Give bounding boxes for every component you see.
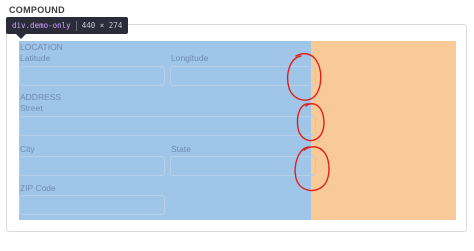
tooltip-dimensions: 440 × 274 bbox=[81, 21, 123, 30]
section-title: COMPOUND bbox=[9, 5, 65, 15]
latitude-label: Latitude bbox=[20, 53, 51, 63]
tooltip-arrow bbox=[16, 34, 26, 39]
zip-input[interactable] bbox=[19, 195, 165, 215]
location-legend: LOCATION bbox=[20, 42, 63, 52]
street-input[interactable] bbox=[19, 116, 316, 136]
latitude-input[interactable] bbox=[19, 66, 165, 86]
state-label: State bbox=[171, 144, 191, 154]
padding-highlight bbox=[311, 41, 456, 220]
longitude-label: Longitude bbox=[171, 53, 209, 63]
address-legend: ADDRESS bbox=[20, 92, 62, 102]
inspector-tooltip: div.demo-only 440 × 274 bbox=[6, 17, 129, 34]
state-input[interactable] bbox=[170, 156, 316, 176]
city-input[interactable] bbox=[19, 156, 165, 176]
tooltip-selector: div.demo-only bbox=[12, 21, 71, 30]
tooltip-divider bbox=[75, 20, 77, 31]
city-label: City bbox=[20, 144, 35, 154]
street-label: Street bbox=[20, 103, 43, 113]
longitude-input[interactable] bbox=[170, 66, 316, 86]
zip-label: ZIP Code bbox=[20, 183, 56, 193]
